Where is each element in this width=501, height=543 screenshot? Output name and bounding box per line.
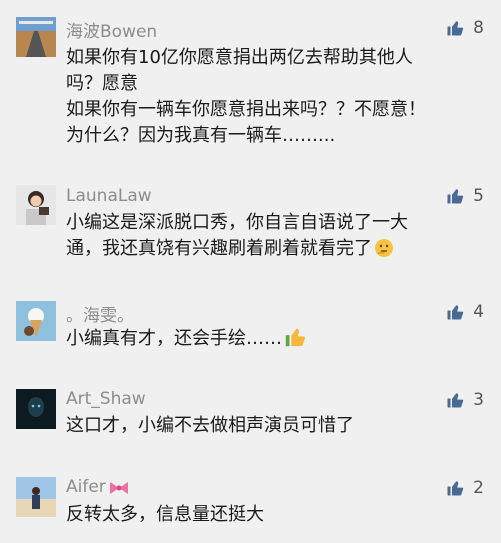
comment-line: 吗？愿意 bbox=[66, 73, 138, 94]
like-button[interactable]: 4 bbox=[446, 302, 484, 322]
avatar[interactable] bbox=[16, 389, 56, 429]
comment-line: 如果你有10亿你愿意捐出两亿去帮助其他人 bbox=[66, 47, 413, 68]
comment-line: 通，我还真饶有兴趣刷着刷着就看完了 bbox=[66, 236, 486, 266]
avatar[interactable] bbox=[16, 17, 56, 57]
like-count: 2 bbox=[473, 478, 484, 498]
thumbs-up-icon bbox=[446, 187, 464, 205]
avatar[interactable] bbox=[16, 477, 56, 517]
beach-person-icon bbox=[16, 477, 56, 517]
thumbs-up-emoji bbox=[284, 326, 306, 356]
comment-text: 这口才，小编不去做相声演员可惜了 bbox=[66, 413, 486, 439]
username[interactable]: Art_Shaw bbox=[66, 389, 146, 409]
username[interactable]: 。海雯。 bbox=[66, 301, 134, 326]
username[interactable]: LaunaLaw bbox=[66, 186, 152, 206]
thumbs-up-icon bbox=[446, 479, 464, 497]
comment-line: 如果你有一辆车你愿意捐出来吗？？不愿意！ bbox=[66, 99, 426, 120]
like-button[interactable]: 2 bbox=[446, 478, 484, 498]
thumbs-up-icon bbox=[446, 303, 464, 321]
comment-text: 如果你有10亿你愿意捐出两亿去帮助其他人 吗？愿意 如果你有一辆车你愿意捐出来吗… bbox=[66, 45, 486, 149]
comment-line: 小编真有才，还会手绘…… bbox=[66, 326, 486, 356]
username[interactable]: Aifer bbox=[66, 477, 130, 501]
username-text: Aifer bbox=[66, 477, 106, 497]
ribbon-emoji bbox=[108, 480, 130, 501]
avatar[interactable] bbox=[16, 185, 56, 225]
thumbs-up-icon bbox=[446, 19, 464, 37]
thinking-face-emoji bbox=[374, 238, 394, 266]
comment-line: 反转太多，信息量还挺大 bbox=[66, 504, 264, 525]
comment-line-text: 小编真有才，还会手绘…… bbox=[66, 328, 282, 349]
like-count: 3 bbox=[473, 390, 484, 410]
ice-cream-icon bbox=[16, 301, 56, 341]
avatar[interactable] bbox=[16, 301, 56, 341]
girl-icon bbox=[16, 185, 56, 225]
comment-text: 小编这是深派脱口秀，你自言自语说了一大 通，我还真饶有兴趣刷着刷着就看完了 bbox=[66, 210, 486, 266]
username[interactable]: 海波Bowen bbox=[66, 17, 157, 42]
like-count: 4 bbox=[473, 302, 484, 322]
like-button[interactable]: 8 bbox=[446, 18, 484, 38]
comment-line-text: 通，我还真饶有兴趣刷着刷着就看完了 bbox=[66, 238, 372, 259]
like-count: 5 bbox=[473, 186, 484, 206]
comment-text: 反转太多，信息量还挺大 bbox=[66, 502, 486, 528]
dark-figure-icon bbox=[16, 389, 56, 429]
thumbs-up-icon bbox=[446, 391, 464, 409]
comment-text: 小编真有才，还会手绘…… bbox=[66, 326, 486, 356]
like-button[interactable]: 3 bbox=[446, 390, 484, 410]
comment-line: 为什么？因为我真有一辆车……... bbox=[66, 125, 336, 146]
like-button[interactable]: 5 bbox=[446, 186, 484, 206]
comment-line: 小编这是深派脱口秀，你自言自语说了一大 bbox=[66, 212, 408, 233]
comment-line: 这口才，小编不去做相声演员可惜了 bbox=[66, 415, 354, 436]
desert-road-icon bbox=[16, 17, 56, 57]
like-count: 8 bbox=[473, 18, 484, 38]
